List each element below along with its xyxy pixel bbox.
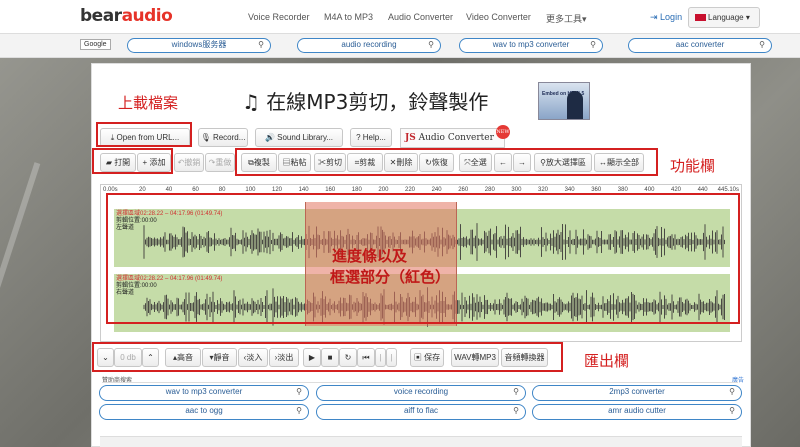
search-icon: ⚲ [296, 387, 302, 396]
top-navigation: bearaudio Voice Recorder M4A to MP3 Audi… [0, 0, 800, 34]
bottom-strip [100, 436, 742, 447]
sponsor-search-pill[interactable]: wav to mp3 converter ⚲ [99, 385, 309, 401]
search-pill[interactable]: wav to mp3 converter ⚲ [459, 38, 603, 53]
search-icon: ⚲ [513, 387, 519, 396]
search-icon: ⚲ [729, 387, 735, 396]
sponsor-search-pill[interactable]: amr audio cutter ⚲ [532, 404, 742, 420]
sponsor-search-pill[interactable]: aac to ogg ⚲ [99, 404, 309, 420]
new-badge: NEW [496, 125, 510, 139]
login-icon: ⇥ [650, 12, 661, 22]
annotation-export-box [92, 342, 563, 372]
annotation-open-box [92, 148, 173, 174]
search-icon: ⚲ [590, 40, 596, 49]
search-icon: ⚲ [258, 40, 264, 49]
search-icon: ⚲ [729, 406, 735, 415]
annotation-waveform-box [106, 193, 740, 324]
annotation-selection-line2: 框選部分（紅色） [330, 268, 451, 286]
undo-button[interactable]: ↶撤銷 [174, 153, 204, 172]
question-icon: ? [356, 133, 363, 142]
redo-button[interactable]: ↷重做 [205, 153, 235, 172]
annotation-export-label: 匯出欄 [584, 352, 630, 370]
nav-video-converter[interactable]: Video Converter [466, 12, 531, 22]
search-pill[interactable]: windows服务器 ⚲ [127, 38, 271, 53]
divider [102, 382, 738, 383]
search-icon: ⚲ [759, 40, 765, 49]
annotation-function-label: 功能欄 [670, 157, 716, 175]
search-icon: ⚲ [296, 406, 302, 415]
annotation-function-box [235, 148, 658, 176]
ad-search-bar: Google windows服务器 ⚲ audio recording ⚲ wav … [0, 34, 800, 58]
annotation-upload-label: 上載檔案 [118, 94, 179, 112]
sound-library-button[interactable]: 🔊 Sound Library... [255, 128, 343, 147]
google-badge: Google [80, 39, 111, 50]
site-logo[interactable]: bearaudio [80, 6, 173, 26]
search-icon: ⚲ [428, 40, 434, 49]
nav-voice-recorder[interactable]: Voice Recorder [248, 12, 310, 22]
language-dropdown[interactable]: Language ▾ [688, 7, 760, 28]
login-link[interactable]: ⇥ Login [650, 12, 682, 23]
js-audio-converter-link[interactable]: JS Audio Converter NEW [400, 125, 510, 148]
microphone-icon: 🎙 [200, 133, 213, 142]
sponsor-search-pill[interactable]: aiff to flac ⚲ [316, 404, 526, 420]
record-button[interactable]: 🎙 Record... [198, 128, 248, 147]
annotation-selection-line1: 進度條以及 [332, 247, 408, 265]
presenter-figure [567, 91, 583, 119]
search-icon: ⚲ [513, 406, 519, 415]
flag-icon [695, 14, 706, 22]
page-title: ♫ 在線MP3剪切，鈴聲製作 [242, 90, 489, 114]
nav-m4a-to-mp3[interactable]: M4A to MP3 [324, 12, 373, 22]
sponsor-search-pill[interactable]: 2mp3 converter ⚲ [532, 385, 742, 401]
html5-thumbnail[interactable]: Embed on HTML5 [538, 82, 590, 120]
annotation-upload-box [96, 122, 192, 147]
search-pill[interactable]: audio recording ⚲ [297, 38, 441, 53]
help-button[interactable]: ? Help... [350, 128, 392, 147]
search-pill[interactable]: aac converter ⚲ [628, 38, 772, 53]
sponsor-search-pill[interactable]: voice recording ⚲ [316, 385, 526, 401]
nav-audio-converter[interactable]: Audio Converter [388, 12, 453, 22]
nav-more-tools[interactable]: 更多工具▾ [546, 12, 587, 25]
speaker-icon: 🔊 [264, 133, 278, 142]
